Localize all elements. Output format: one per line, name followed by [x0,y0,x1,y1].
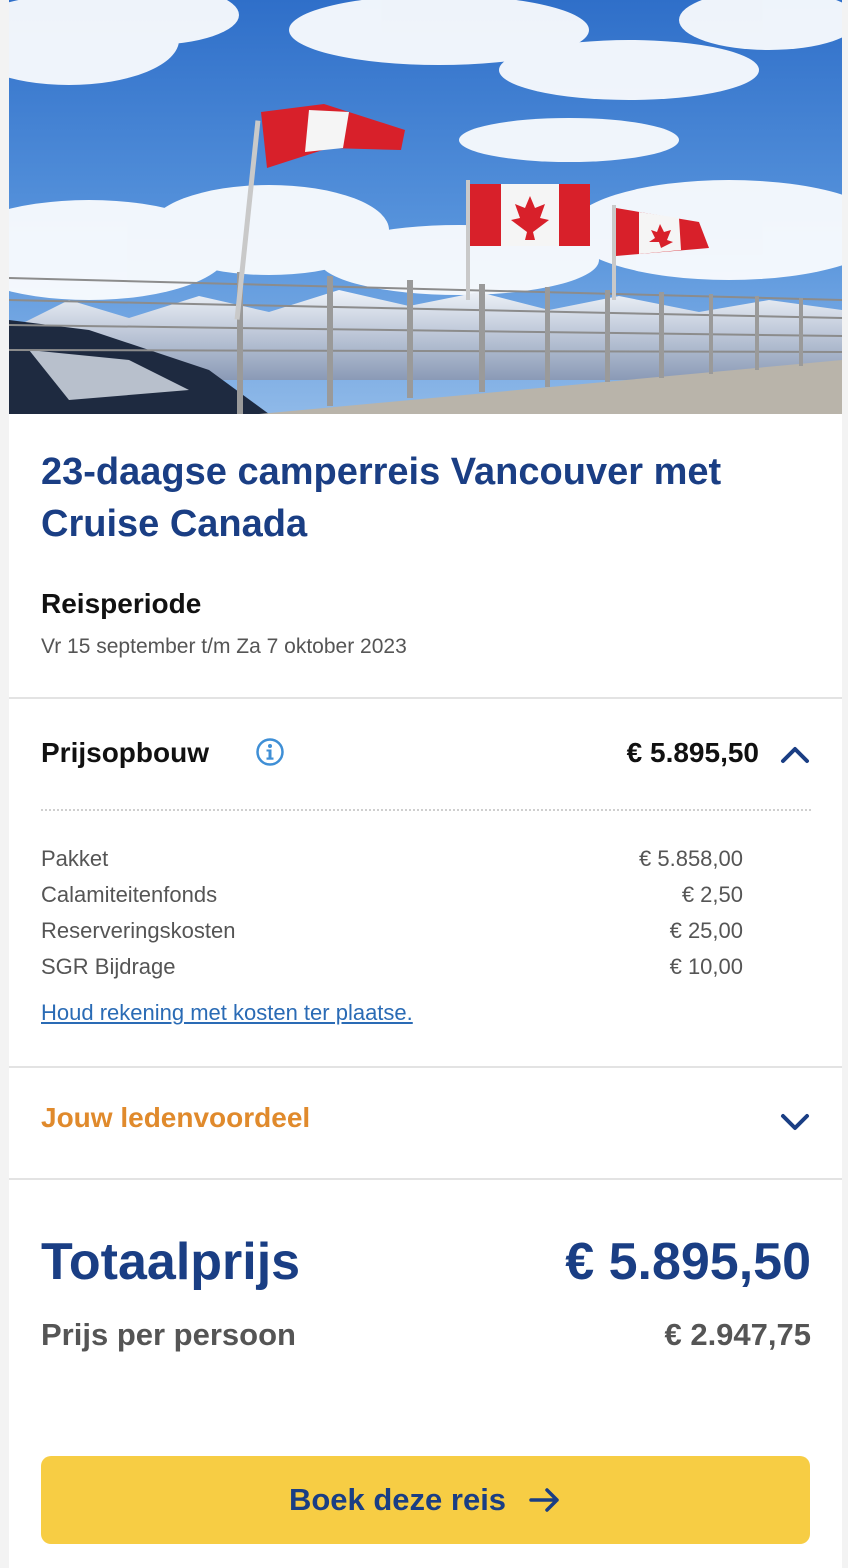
trip-card: 23-daagse camperreis Vancouver met Cruis… [9,0,842,1568]
book-trip-button[interactable]: Boek deze reis [41,1456,810,1544]
breakdown-label: SGR Bijdrage [41,954,176,979]
breakdown-row: Calamiteitenfonds € 2,50 [41,882,743,912]
breakdown-row: SGR Bijdrage € 10,00 [41,954,743,984]
canada-flags-photo [9,0,842,414]
total-price-value: € 5.895,50 [565,1233,811,1291]
period-value: Vr 15 september t/m Za 7 oktober 2023 [41,635,407,658]
section-divider [9,1178,842,1180]
member-benefit-toggle[interactable]: Jouw ledenvoordeel [41,1102,811,1142]
breakdown-value: € 5.858,00 [639,846,743,871]
breakdown-label: Calamiteitenfonds [41,882,218,907]
breakdown-value: € 2,50 [681,882,743,907]
breakdown-label: Pakket [41,846,109,871]
local-costs-link[interactable]: Houd rekening met kosten ter plaatse. [41,1000,413,1026]
dotted-divider [41,809,811,811]
section-divider [9,697,842,699]
breakdown-value: € 25,00 [669,918,743,943]
total-price-label: Totaalprijs [41,1233,301,1291]
trip-title: 23-daagse camperreis Vancouver met Cruis… [41,451,722,545]
breakdown-row: Reserveringskosten € 25,00 [41,918,743,948]
period-label: Reisperiode [41,588,202,619]
price-breakdown-label: Prijsopbouw [41,737,209,768]
breakdown-value: € 10,00 [669,954,743,979]
arrow-right-icon [529,1488,559,1512]
section-divider [9,1066,842,1068]
hero-image [9,0,842,414]
info-icon[interactable] [255,737,285,767]
breakdown-label: Reserveringskosten [41,918,236,943]
per-person-value: € 2.947,75 [664,1317,811,1352]
chevron-up-icon[interactable] [779,741,811,767]
per-person-label: Prijs per persoon [41,1317,296,1352]
breakdown-row: Pakket € 5.858,00 [41,846,743,876]
price-breakdown-toggle[interactable]: Prijsopbouw € 5.895,50 [41,735,811,775]
chevron-down-icon[interactable] [779,1108,811,1134]
member-benefit-label: Jouw ledenvoordeel [41,1102,311,1133]
book-trip-label: Boek deze reis [288,1482,507,1517]
price-breakdown-amount: € 5.895,50 [626,737,759,768]
